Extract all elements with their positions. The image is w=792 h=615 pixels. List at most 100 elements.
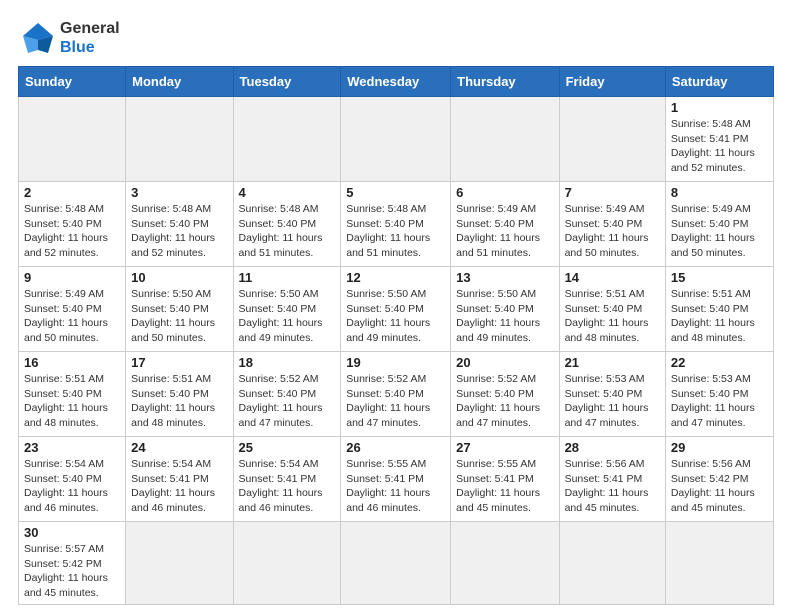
day-info: Sunrise: 5:50 AM Sunset: 5:40 PM Dayligh… [456, 287, 553, 346]
day-header-thursday: Thursday [451, 67, 559, 97]
day-info: Sunrise: 5:51 AM Sunset: 5:40 PM Dayligh… [671, 287, 768, 346]
calendar-cell [126, 522, 233, 605]
calendar-cell: 30 Sunrise: 5:57 AM Sunset: 5:42 PM Dayli… [19, 522, 126, 605]
calendar: SundayMondayTuesdayWednesdayThursdayFrid… [18, 66, 774, 605]
day-number: 3 [131, 185, 227, 200]
calendar-cell: 21 Sunrise: 5:53 AM Sunset: 5:40 PM Dayli… [559, 352, 665, 437]
header: General Blue [18, 18, 774, 58]
day-number: 2 [24, 185, 120, 200]
day-number: 21 [565, 355, 660, 370]
day-info: Sunrise: 5:48 AM Sunset: 5:40 PM Dayligh… [346, 202, 445, 261]
calendar-cell: 15 Sunrise: 5:51 AM Sunset: 5:40 PM Dayli… [665, 267, 773, 352]
day-info: Sunrise: 5:48 AM Sunset: 5:40 PM Dayligh… [24, 202, 120, 261]
day-number: 15 [671, 270, 768, 285]
day-number: 13 [456, 270, 553, 285]
day-info: Sunrise: 5:54 AM Sunset: 5:41 PM Dayligh… [239, 457, 336, 516]
day-number: 1 [671, 100, 768, 115]
week-row-5: 23Sunrise: 5:54 AM Sunset: 5:40 PM Dayli… [19, 437, 774, 522]
calendar-cell [19, 97, 126, 182]
day-number: 30 [24, 525, 120, 540]
day-info: Sunrise: 5:55 AM Sunset: 5:41 PM Dayligh… [456, 457, 553, 516]
day-number: 24 [131, 440, 227, 455]
calendar-cell: 27 Sunrise: 5:55 AM Sunset: 5:41 PM Dayli… [451, 437, 559, 522]
day-number: 18 [239, 355, 336, 370]
day-info: Sunrise: 5:53 AM Sunset: 5:40 PM Dayligh… [565, 372, 660, 431]
week-row-1: 1 Sunrise: 5:48 AM Sunset: 5:41 PM Daylig… [19, 97, 774, 182]
calendar-cell: 11 Sunrise: 5:50 AM Sunset: 5:40 PM Dayli… [233, 267, 341, 352]
calendar-cell [233, 97, 341, 182]
calendar-cell [341, 97, 451, 182]
day-info: Sunrise: 5:49 AM Sunset: 5:40 PM Dayligh… [565, 202, 660, 261]
calendar-cell: 29 Sunrise: 5:56 AM Sunset: 5:42 PM Dayli… [665, 437, 773, 522]
day-info: Sunrise: 5:50 AM Sunset: 5:40 PM Dayligh… [239, 287, 336, 346]
day-info: Sunrise: 5:48 AM Sunset: 5:40 PM Dayligh… [239, 202, 336, 261]
day-info: Sunrise: 5:48 AM Sunset: 5:41 PM Dayligh… [671, 117, 768, 176]
page: General Blue SundayMondayTuesdayWednesda… [0, 0, 792, 615]
day-number: 9 [24, 270, 120, 285]
day-info: Sunrise: 5:57 AM Sunset: 5:42 PM Dayligh… [24, 542, 120, 601]
day-number: 16 [24, 355, 120, 370]
day-number: 27 [456, 440, 553, 455]
day-info: Sunrise: 5:50 AM Sunset: 5:40 PM Dayligh… [346, 287, 445, 346]
day-number: 23 [24, 440, 120, 455]
calendar-cell: 13 Sunrise: 5:50 AM Sunset: 5:40 PM Dayli… [451, 267, 559, 352]
logo-general: General [60, 19, 120, 38]
calendar-cell: 3 Sunrise: 5:48 AM Sunset: 5:40 PM Daylig… [126, 182, 233, 267]
day-info: Sunrise: 5:51 AM Sunset: 5:40 PM Dayligh… [24, 372, 120, 431]
day-number: 10 [131, 270, 227, 285]
day-number: 12 [346, 270, 445, 285]
calendar-cell: 4 Sunrise: 5:48 AM Sunset: 5:40 PM Daylig… [233, 182, 341, 267]
calendar-cell [451, 97, 559, 182]
calendar-cell: 18 Sunrise: 5:52 AM Sunset: 5:40 PM Dayli… [233, 352, 341, 437]
day-number: 17 [131, 355, 227, 370]
day-info: Sunrise: 5:53 AM Sunset: 5:40 PM Dayligh… [671, 372, 768, 431]
day-header-wednesday: Wednesday [341, 67, 451, 97]
logo-svg [18, 18, 58, 58]
day-info: Sunrise: 5:48 AM Sunset: 5:40 PM Dayligh… [131, 202, 227, 261]
calendar-cell: 23Sunrise: 5:54 AM Sunset: 5:40 PM Dayli… [19, 437, 126, 522]
day-number: 11 [239, 270, 336, 285]
day-number: 29 [671, 440, 768, 455]
calendar-cell: 16 Sunrise: 5:51 AM Sunset: 5:40 PM Dayli… [19, 352, 126, 437]
calendar-cell: 10 Sunrise: 5:50 AM Sunset: 5:40 PM Dayli… [126, 267, 233, 352]
logo-blue: Blue [60, 38, 120, 57]
day-info: Sunrise: 5:52 AM Sunset: 5:40 PM Dayligh… [239, 372, 336, 431]
calendar-cell: 28Sunrise: 5:56 AM Sunset: 5:41 PM Dayli… [559, 437, 665, 522]
week-row-4: 16 Sunrise: 5:51 AM Sunset: 5:40 PM Dayli… [19, 352, 774, 437]
day-info: Sunrise: 5:56 AM Sunset: 5:42 PM Dayligh… [671, 457, 768, 516]
day-header-friday: Friday [559, 67, 665, 97]
day-info: Sunrise: 5:50 AM Sunset: 5:40 PM Dayligh… [131, 287, 227, 346]
day-number: 7 [565, 185, 660, 200]
calendar-cell: 20Sunrise: 5:52 AM Sunset: 5:40 PM Dayli… [451, 352, 559, 437]
calendar-cell [559, 522, 665, 605]
day-info: Sunrise: 5:49 AM Sunset: 5:40 PM Dayligh… [456, 202, 553, 261]
day-info: Sunrise: 5:55 AM Sunset: 5:41 PM Dayligh… [346, 457, 445, 516]
calendar-cell: 14Sunrise: 5:51 AM Sunset: 5:40 PM Dayli… [559, 267, 665, 352]
day-header-row: SundayMondayTuesdayWednesdayThursdayFrid… [19, 67, 774, 97]
calendar-cell: 25 Sunrise: 5:54 AM Sunset: 5:41 PM Dayli… [233, 437, 341, 522]
day-number: 22 [671, 355, 768, 370]
day-number: 25 [239, 440, 336, 455]
calendar-cell: 7 Sunrise: 5:49 AM Sunset: 5:40 PM Daylig… [559, 182, 665, 267]
day-number: 8 [671, 185, 768, 200]
calendar-cell: 26Sunrise: 5:55 AM Sunset: 5:41 PM Dayli… [341, 437, 451, 522]
day-number: 4 [239, 185, 336, 200]
day-number: 28 [565, 440, 660, 455]
calendar-cell: 19 Sunrise: 5:52 AM Sunset: 5:40 PM Dayli… [341, 352, 451, 437]
calendar-cell: 6 Sunrise: 5:49 AM Sunset: 5:40 PM Daylig… [451, 182, 559, 267]
calendar-cell: 8Sunrise: 5:49 AM Sunset: 5:40 PM Daylig… [665, 182, 773, 267]
day-header-monday: Monday [126, 67, 233, 97]
week-row-3: 9Sunrise: 5:49 AM Sunset: 5:40 PM Daylig… [19, 267, 774, 352]
calendar-cell: 24Sunrise: 5:54 AM Sunset: 5:41 PM Dayli… [126, 437, 233, 522]
calendar-cell [126, 97, 233, 182]
day-number: 19 [346, 355, 445, 370]
day-info: Sunrise: 5:52 AM Sunset: 5:40 PM Dayligh… [346, 372, 445, 431]
day-number: 6 [456, 185, 553, 200]
calendar-cell: 2 Sunrise: 5:48 AM Sunset: 5:40 PM Daylig… [19, 182, 126, 267]
calendar-cell: 12 Sunrise: 5:50 AM Sunset: 5:40 PM Dayli… [341, 267, 451, 352]
day-header-saturday: Saturday [665, 67, 773, 97]
calendar-cell: 5 Sunrise: 5:48 AM Sunset: 5:40 PM Daylig… [341, 182, 451, 267]
day-header-tuesday: Tuesday [233, 67, 341, 97]
day-number: 5 [346, 185, 445, 200]
day-info: Sunrise: 5:52 AM Sunset: 5:40 PM Dayligh… [456, 372, 553, 431]
